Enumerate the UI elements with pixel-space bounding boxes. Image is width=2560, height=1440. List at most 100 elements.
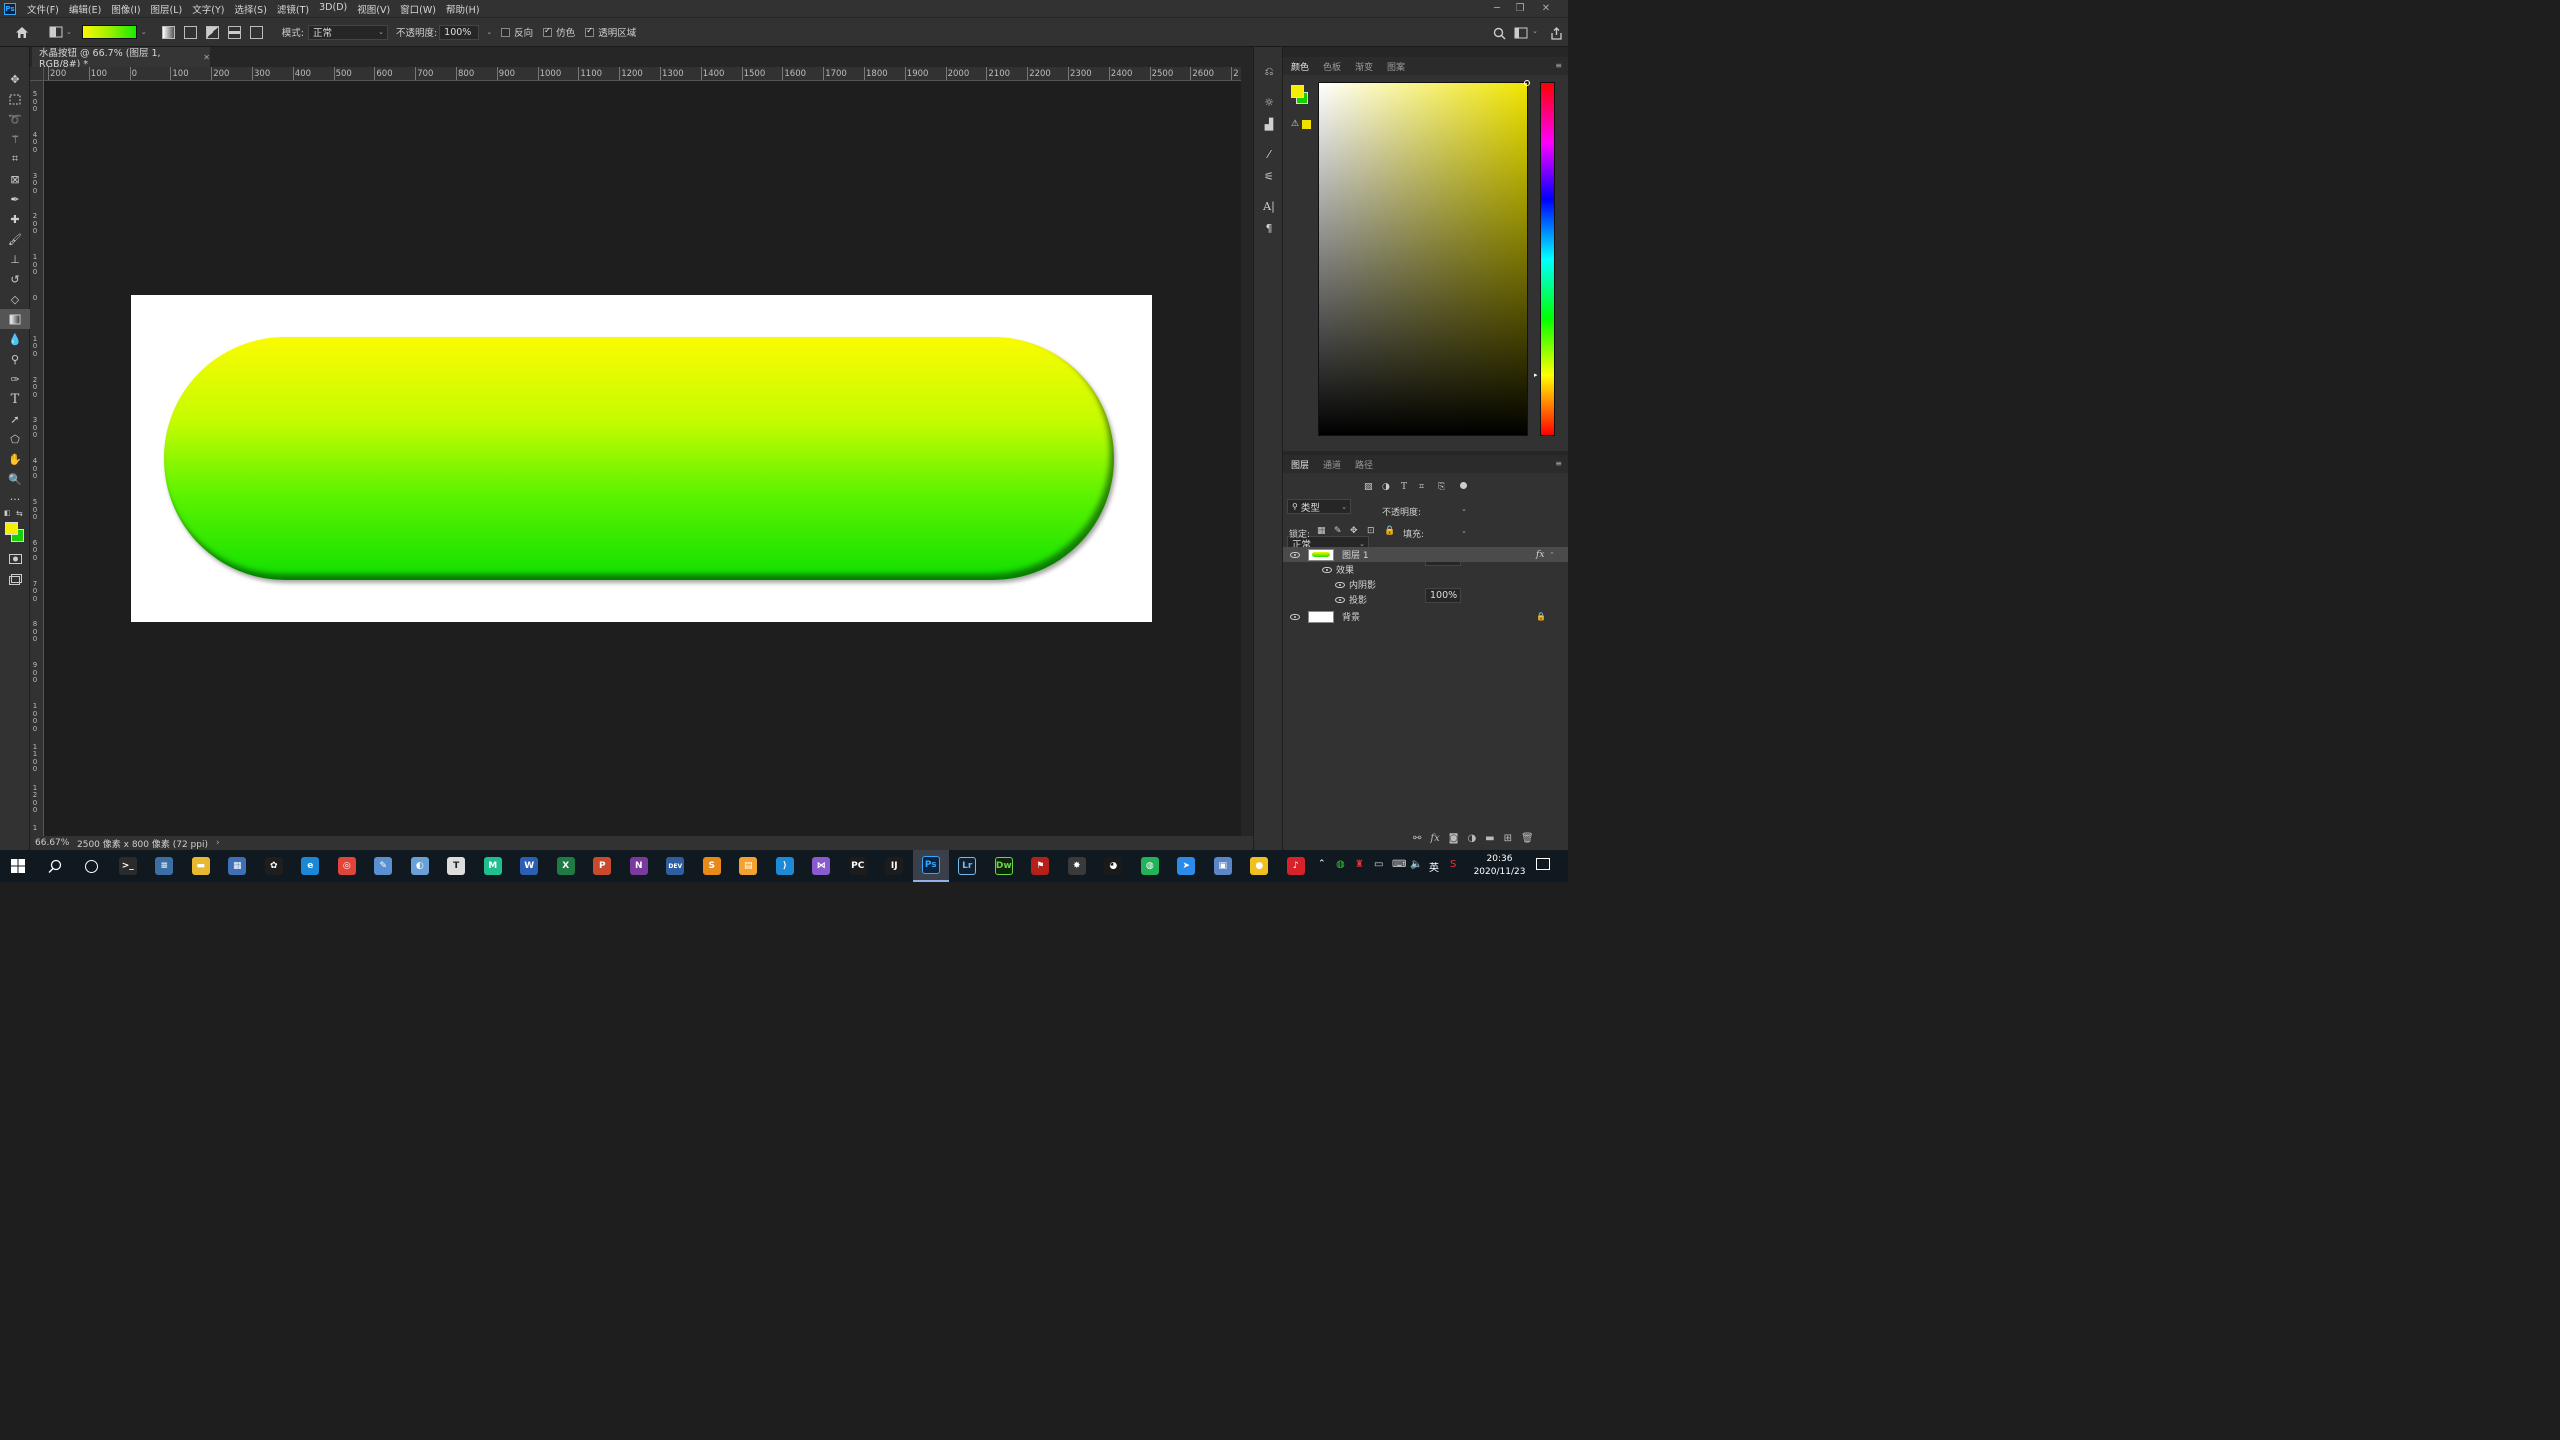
menu-item-3[interactable]: 图层(L) bbox=[146, 2, 188, 16]
document-canvas[interactable] bbox=[131, 295, 1152, 622]
brush-tool-icon[interactable]: 🖌 bbox=[0, 229, 30, 249]
adjustments-icon[interactable]: ☼ bbox=[1254, 91, 1284, 113]
new-layer-icon[interactable]: ⊞ bbox=[1504, 833, 1512, 844]
layers-panel-menu-icon[interactable]: ≡ bbox=[1555, 459, 1562, 468]
layer-row-layer-1[interactable]: 图层 1 fx ⌃ bbox=[1283, 547, 1568, 562]
filter-smart-object-icon[interactable]: ⎘ bbox=[1438, 482, 1445, 492]
home-icon[interactable] bbox=[12, 24, 32, 40]
taskbar-app-vscode[interactable]: ⟩ bbox=[767, 850, 804, 882]
show-hidden-icons-chevron[interactable]: ⌃ bbox=[1318, 859, 1326, 869]
taskbar-app-typora[interactable]: T bbox=[438, 850, 475, 882]
mode-select[interactable]: 正常 ⌄ bbox=[307, 24, 388, 40]
default-colors-icon[interactable]: ◧ bbox=[4, 509, 11, 517]
taskbar-app-notes[interactable]: ✎ bbox=[365, 850, 402, 882]
taskbar-app-acrobat[interactable]: ⚑ bbox=[1022, 850, 1059, 882]
taskbar-app-visual-studio[interactable]: ⋈ bbox=[803, 850, 840, 882]
layer-opacity-chevron-icon[interactable]: ⌄ bbox=[1461, 505, 1467, 513]
filter-type-icon[interactable]: T bbox=[1401, 482, 1407, 492]
blur-tool-icon[interactable]: 💧 bbox=[0, 329, 30, 349]
opacity-input[interactable]: 100% ⌄ bbox=[439, 24, 492, 40]
taskbar-app-lightroom[interactable]: Lr bbox=[949, 850, 986, 882]
taskbar-app-feishu[interactable]: ➤ bbox=[1168, 850, 1205, 882]
volume-icon[interactable]: 🔈 bbox=[1410, 859, 1422, 870]
lock-all-icon[interactable]: 🔒 bbox=[1384, 526, 1395, 536]
menu-item-4[interactable]: 文字(Y) bbox=[187, 2, 229, 16]
magic-wand-tool-icon[interactable]: ⚚ bbox=[0, 129, 30, 149]
taskbar-app-netease-music[interactable]: ♪ bbox=[1278, 850, 1315, 882]
reverse-checkbox[interactable] bbox=[501, 27, 511, 37]
taskbar-app-alarm[interactable]: ● bbox=[1241, 850, 1278, 882]
filter-pixel-icon[interactable]: ▨ bbox=[1364, 482, 1373, 492]
network-icon[interactable]: ⌨ bbox=[1392, 859, 1406, 870]
close-tab-icon[interactable]: ✕ bbox=[203, 53, 210, 62]
visibility-eye-icon[interactable] bbox=[1290, 551, 1300, 558]
vertical-scrollbar[interactable] bbox=[1241, 67, 1253, 836]
taskbar-app-chrome[interactable]: ◎ bbox=[329, 850, 366, 882]
effect-row-drop-shadow[interactable]: 投影 bbox=[1283, 592, 1568, 607]
minimize-icon[interactable]: ─ bbox=[1486, 0, 1508, 17]
effect-row-inner-shadow[interactable]: 内阴影 bbox=[1283, 577, 1568, 592]
background-lock-icon[interactable]: 🔒 bbox=[1536, 612, 1546, 621]
taskbar-search-icon[interactable] bbox=[37, 850, 74, 882]
history-brush-tool-icon[interactable]: ↺ bbox=[0, 269, 30, 289]
taskbar-app-word[interactable]: W bbox=[511, 850, 548, 882]
menu-item-6[interactable]: 滤镜(T) bbox=[272, 2, 314, 16]
color-picker-cursor[interactable] bbox=[1524, 80, 1530, 86]
quick-mask-icon[interactable] bbox=[0, 549, 30, 569]
lock-position-icon[interactable]: ✥ bbox=[1350, 526, 1358, 536]
foreground-color-swatch[interactable] bbox=[5, 522, 18, 535]
menu-item-1[interactable]: 编辑(E) bbox=[64, 2, 106, 16]
filter-toggle-icon[interactable] bbox=[1460, 482, 1467, 489]
properties-icon[interactable]: ⚟ bbox=[1254, 165, 1284, 187]
workspace-icon[interactable] bbox=[1513, 25, 1529, 41]
layer-effects-fx-icon[interactable]: fx bbox=[1536, 550, 1544, 560]
gradient-swatch[interactable] bbox=[81, 25, 137, 39]
layers-tab-2[interactable]: 路径 bbox=[1355, 458, 1373, 471]
swap-colors-icon[interactable]: ⇆ bbox=[16, 509, 23, 518]
battery-icon[interactable]: ▭ bbox=[1374, 859, 1383, 870]
taskbar-app-dreamweaver[interactable]: Dw bbox=[986, 850, 1023, 882]
more-tools-icon[interactable]: ··· bbox=[0, 489, 30, 509]
add-style-icon[interactable]: fx bbox=[1430, 833, 1439, 844]
layers-tab-0[interactable]: 图层 bbox=[1291, 458, 1309, 471]
color-saturation-field[interactable] bbox=[1318, 80, 1530, 436]
fill-chevron-icon[interactable]: ⌄ bbox=[1461, 527, 1467, 535]
taskbar-app-wechat[interactable]: ◍ bbox=[1132, 850, 1169, 882]
layers-tab-1[interactable]: 通道 bbox=[1323, 458, 1341, 471]
menu-item-9[interactable]: 窗口(W) bbox=[395, 2, 441, 16]
taskbar-app-wiztree[interactable]: ✸ bbox=[1059, 850, 1096, 882]
crop-tool-icon[interactable]: ⌗ bbox=[0, 149, 30, 169]
drop-shadow-eye-icon[interactable] bbox=[1335, 596, 1345, 603]
lock-transparent-icon[interactable]: ▦ bbox=[1317, 526, 1326, 536]
taskbar-app-store[interactable]: ▣ bbox=[1205, 850, 1242, 882]
input-language[interactable]: 英 bbox=[1429, 859, 1439, 874]
menu-item-8[interactable]: 视图(V) bbox=[352, 2, 395, 16]
taskbar-app-file-explorer[interactable]: ▬ bbox=[183, 850, 220, 882]
lock-image-icon[interactable]: ✎ bbox=[1334, 526, 1342, 536]
gradient-dropdown-chevron-icon[interactable]: ⌄ bbox=[141, 28, 147, 36]
out-of-gamut-warning-icon[interactable]: ⚠ bbox=[1291, 119, 1299, 129]
layer-filter-select[interactable]: ⚲ 类型 ⌄ bbox=[1287, 499, 1351, 514]
menu-item-2[interactable]: 图像(I) bbox=[106, 2, 145, 16]
color-tab-0[interactable]: 颜色 bbox=[1291, 60, 1309, 73]
clock[interactable]: 20:36 2020/11/23 bbox=[1472, 853, 1527, 879]
hue-slider[interactable] bbox=[1540, 82, 1555, 436]
zoom-tool-icon[interactable]: 🔍 bbox=[0, 469, 30, 489]
preset-dropdown-chevron-icon[interactable]: ⌄ bbox=[66, 28, 72, 36]
document-tab[interactable]: 水晶按钮 @ 66.7% (图层 1, RGB/8#) * ✕ bbox=[32, 47, 210, 70]
collapse-effects-icon[interactable]: ⌃ bbox=[1549, 551, 1555, 559]
workspace-chevron-icon[interactable]: ⌄ bbox=[1532, 27, 1538, 35]
color-panel-menu-icon[interactable]: ≡ bbox=[1555, 61, 1562, 70]
gradient-tool-icon[interactable] bbox=[0, 309, 30, 329]
menu-item-0[interactable]: 文件(F) bbox=[22, 2, 64, 16]
taskbar-app-terminal[interactable]: >_ bbox=[110, 850, 147, 882]
color-foreground-swatch[interactable] bbox=[1291, 85, 1304, 98]
color-tab-3[interactable]: 图案 bbox=[1387, 60, 1405, 73]
paragraph-panel-icon[interactable]: ¶ bbox=[1254, 217, 1284, 239]
gamut-color-swatch[interactable] bbox=[1302, 120, 1311, 129]
shape-tool-icon[interactable]: ⬠ bbox=[0, 429, 30, 449]
start-button[interactable] bbox=[0, 850, 37, 882]
ime-icon[interactable]: S bbox=[1450, 859, 1456, 870]
taskbar-app-notebook[interactable]: ▤ bbox=[730, 850, 767, 882]
search-icon[interactable] bbox=[1491, 25, 1507, 41]
